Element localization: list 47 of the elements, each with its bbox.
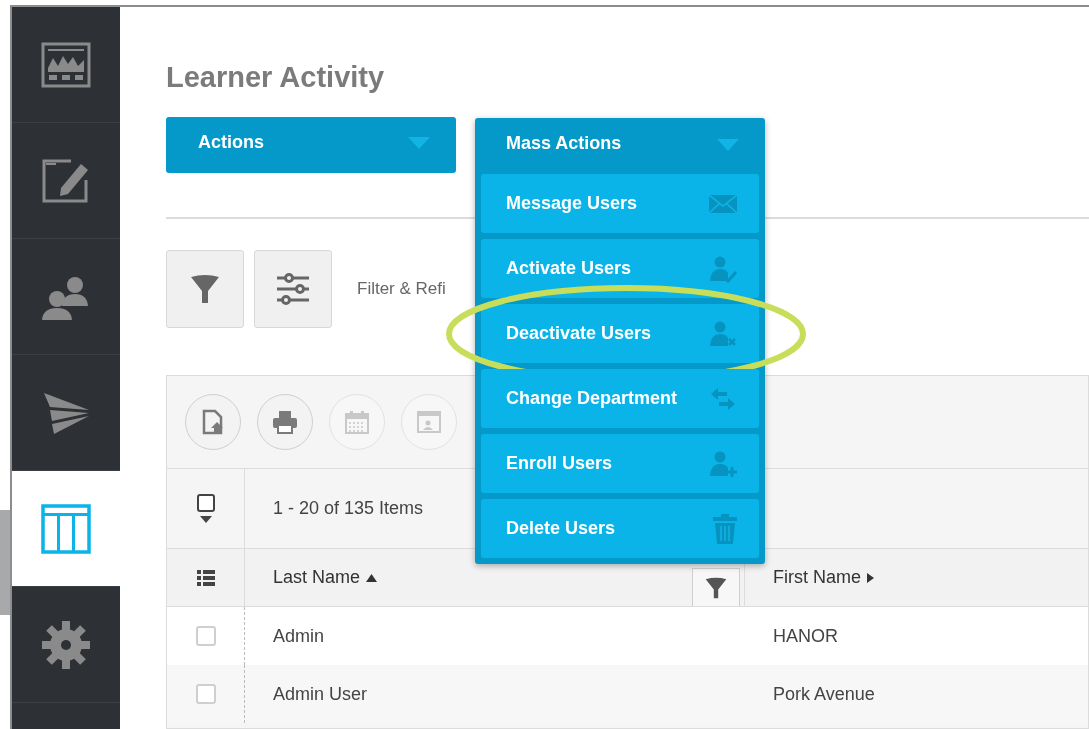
- calendar-icon: [345, 410, 369, 434]
- row-checkbox[interactable]: [195, 626, 216, 646]
- sidebar-item[interactable]: [12, 471, 120, 587]
- swap-arrows-icon: [709, 385, 737, 412]
- file-upload-icon: [202, 409, 224, 435]
- settings-icon: [40, 618, 92, 671]
- contact-card-icon: [417, 410, 441, 434]
- select-all-checkbox[interactable]: [196, 494, 215, 512]
- menu-item[interactable]: Change Department: [481, 369, 759, 428]
- table-cell-text: HANOR: [773, 624, 838, 648]
- actions-dropdown[interactable]: Actions: [166, 117, 456, 173]
- item-count: 1 - 20 of 135 Items: [273, 497, 424, 520]
- toolbar-button[interactable]: [185, 394, 241, 450]
- menu-item[interactable]: Delete Users: [481, 499, 759, 558]
- table-icon: [41, 503, 91, 554]
- edit-window-icon: [41, 157, 91, 204]
- filter-icon: [705, 576, 727, 599]
- column-header[interactable]: Last Name: [273, 564, 361, 591]
- caret-down-icon: [408, 137, 430, 149]
- envelope-icon: [709, 193, 737, 214]
- page-title: Learner Activity: [166, 60, 385, 95]
- toolbar-button[interactable]: [257, 394, 313, 450]
- column-list-icon[interactable]: [196, 569, 215, 586]
- user-check-icon: [709, 254, 737, 283]
- caret-down-icon: [717, 139, 739, 151]
- menu-item[interactable]: Enroll Users: [481, 434, 759, 493]
- user-add-icon: [709, 449, 737, 478]
- filter-icon: [190, 274, 220, 304]
- menu-item[interactable]: Activate Users: [481, 239, 759, 298]
- sliders-icon: [276, 273, 310, 305]
- printer-icon: [272, 410, 298, 434]
- filter-label: Filter & Refi: [357, 278, 446, 301]
- settings-sliders-button[interactable]: [254, 250, 332, 328]
- table-cell-text: Admin User: [273, 682, 368, 706]
- mass-actions-dropdown[interactable]: Mass Actions: [481, 118, 759, 168]
- column-filter-button[interactable]: [692, 568, 740, 606]
- menu-item[interactable]: Deactivate Users: [481, 304, 759, 363]
- column-header[interactable]: First Name: [773, 564, 861, 591]
- dashboard-icon: [41, 41, 91, 88]
- filter-button[interactable]: [166, 250, 244, 328]
- user-remove-icon: [709, 319, 737, 348]
- menu-item[interactable]: Message Users: [481, 174, 759, 233]
- table-cell-text: Pork Avenue: [773, 682, 875, 706]
- trash-icon: [713, 513, 737, 544]
- row-checkbox[interactable]: [195, 684, 216, 704]
- table-cell-text: Admin: [273, 624, 325, 648]
- caret-down-icon: [199, 516, 212, 523]
